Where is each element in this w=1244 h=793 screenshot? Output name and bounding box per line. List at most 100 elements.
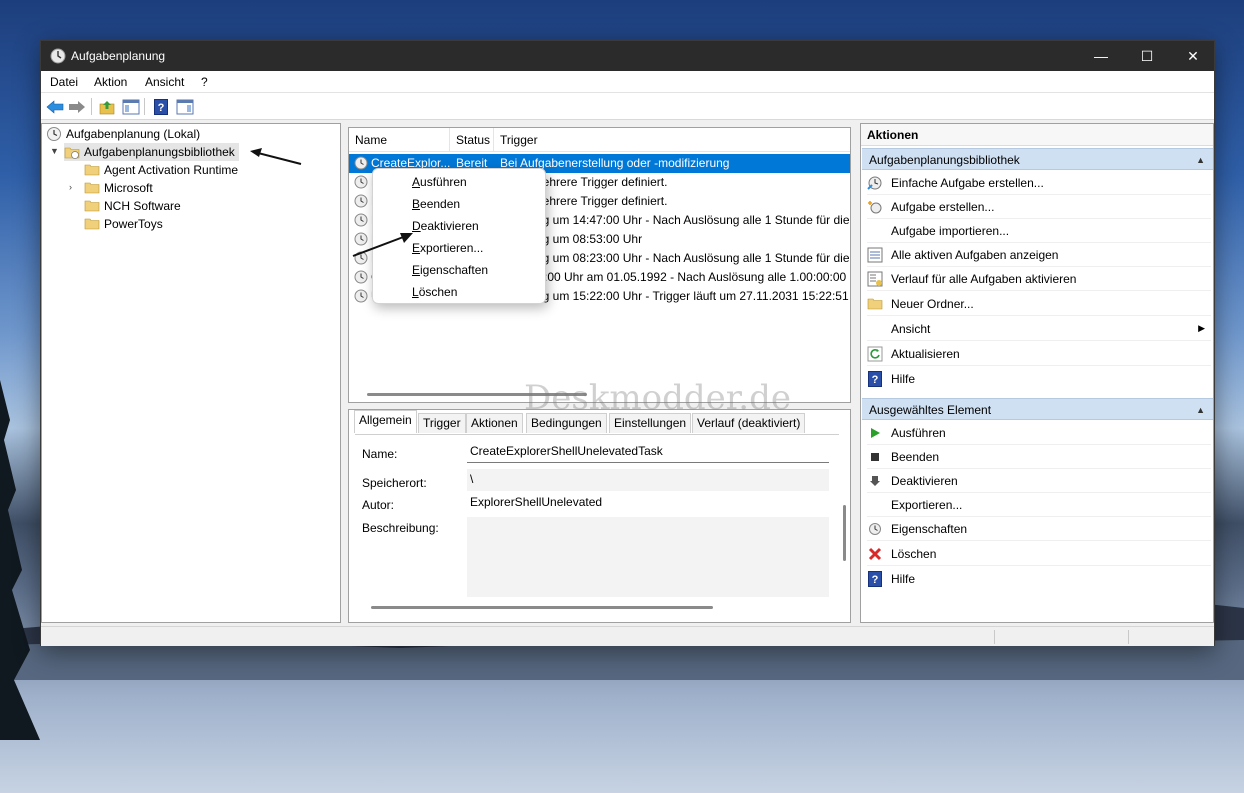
- section-selected-item[interactable]: Ausgewähltes Element ▲: [862, 398, 1213, 420]
- name-field[interactable]: CreateExplorerShellUnelevatedTask: [467, 441, 829, 463]
- maximize-icon: ☐: [1140, 47, 1154, 64]
- action-import-task[interactable]: Aufgabe importieren...: [867, 219, 1211, 243]
- action-label: Verlauf für alle Aufgaben aktivieren: [891, 271, 1077, 286]
- author-field[interactable]: ExplorerShellUnelevated: [467, 492, 829, 514]
- close-button[interactable]: ✕: [1170, 41, 1216, 71]
- action-label: Löschen: [891, 546, 937, 561]
- action-help-selected[interactable]: ? Hilfe: [867, 567, 1211, 591]
- action-label: Alle aktiven Aufgaben anzeigen: [891, 247, 1059, 262]
- action-label: Beenden: [891, 449, 940, 464]
- delete-icon: [868, 547, 882, 560]
- refresh-icon: [867, 346, 883, 361]
- chevron-right-icon[interactable]: ›: [69, 182, 79, 192]
- action-label: Hilfe: [891, 372, 916, 386]
- task-list-header: Name Status Trigger: [349, 128, 850, 152]
- tab-trigger[interactable]: Trigger: [418, 413, 466, 433]
- folder-up-button[interactable]: [97, 97, 117, 116]
- action-label: Ausführen: [891, 425, 946, 440]
- folder-clock-icon: [64, 147, 80, 159]
- action-basic-task[interactable]: Einfache Aufgabe erstellen...: [867, 171, 1211, 195]
- row-trigger: lg um 15:22:00 Uhr - Trigger läuft um 27…: [540, 289, 851, 303]
- console-tree-button[interactable]: [121, 97, 141, 116]
- context-item-export[interactable]: Exportieren...: [412, 241, 483, 255]
- action-run[interactable]: Ausführen: [867, 421, 1211, 445]
- window-title: Aufgabenplanung: [71, 49, 166, 63]
- action-label: Deaktivieren: [891, 473, 958, 488]
- minimize-button[interactable]: —: [1078, 41, 1124, 71]
- action-export[interactable]: Exportieren...: [867, 493, 1211, 517]
- row-trigger: lg um 08:53:00 Uhr: [540, 232, 643, 246]
- action-disable[interactable]: Deaktivieren: [867, 469, 1211, 493]
- action-enable-history[interactable]: Verlauf für alle Aufgaben aktivieren: [867, 267, 1211, 291]
- folder-icon: [84, 218, 100, 230]
- column-status[interactable]: Status: [450, 128, 494, 152]
- menu-help[interactable]: ?: [201, 75, 208, 89]
- menu-ansicht[interactable]: Ansicht: [145, 75, 184, 89]
- clock-icon: [47, 127, 61, 141]
- svg-text:?: ?: [158, 102, 165, 114]
- back-button[interactable]: [45, 97, 65, 116]
- context-item-properties[interactable]: Eigenschaften: [412, 263, 488, 277]
- action-stop[interactable]: Beenden: [867, 445, 1211, 469]
- forward-arrow-icon: [69, 100, 85, 113]
- action-help[interactable]: ? Hilfe: [867, 367, 1211, 391]
- tree-folder-nch[interactable]: NCH Software: [84, 197, 181, 215]
- task-clock-icon: [354, 194, 368, 208]
- action-delete[interactable]: Löschen: [867, 542, 1211, 566]
- run-icon: [871, 427, 880, 438]
- action-pane-button[interactable]: [175, 97, 195, 116]
- column-trigger[interactable]: Trigger: [494, 128, 850, 152]
- tree-root-label: Aufgabenplanung (Lokal): [66, 127, 201, 141]
- collapse-icon[interactable]: ▲: [1196, 399, 1205, 421]
- tree-folder-label: PowerToys: [104, 217, 163, 231]
- vertical-scrollbar[interactable]: [843, 505, 846, 561]
- help-toolbar-button[interactable]: ?: [151, 97, 171, 116]
- task-clock-icon: [354, 289, 368, 303]
- clock-app-icon: [50, 48, 66, 64]
- action-label: Neuer Ordner...: [891, 296, 974, 311]
- tab-aktionen[interactable]: Aktionen: [466, 413, 523, 433]
- action-create-task[interactable]: Aufgabe erstellen...: [867, 195, 1211, 219]
- context-item-stop[interactable]: Beenden: [412, 197, 460, 211]
- toolbar: ?: [41, 93, 1214, 120]
- action-new-folder[interactable]: Neuer Ordner...: [867, 292, 1211, 316]
- tab-allgemein[interactable]: Allgemein: [354, 410, 417, 433]
- maximize-button[interactable]: ☐: [1124, 41, 1170, 71]
- help-icon: ?: [154, 98, 168, 115]
- tree-library-label: Aufgabenplanungsbibliothek: [84, 145, 235, 159]
- tree-item-library[interactable]: Aufgabenplanungsbibliothek: [64, 143, 239, 161]
- menu-aktion[interactable]: Aktion: [94, 75, 127, 89]
- collapse-icon[interactable]: ▲: [1196, 149, 1205, 171]
- section-library[interactable]: Aufgabenplanungsbibliothek ▲: [862, 148, 1213, 170]
- menu-datei[interactable]: Datei: [50, 75, 78, 89]
- watermark: Deskmodder.de: [524, 378, 792, 418]
- action-view[interactable]: Ansicht ▶: [867, 317, 1211, 341]
- description-field[interactable]: [467, 517, 829, 597]
- list-icon: [867, 247, 883, 262]
- context-item-delete[interactable]: Löschen: [412, 285, 457, 299]
- tree-folder-powertoys[interactable]: PowerToys: [84, 215, 163, 233]
- column-name[interactable]: Name: [349, 128, 450, 152]
- forward-button[interactable]: [67, 97, 87, 116]
- console-tree-icon: [122, 99, 140, 114]
- section-selected-title: Ausgewähltes Element: [869, 403, 992, 417]
- row-trigger: lg um 08:23:00 Uhr - Nach Auslösung alle…: [540, 251, 850, 265]
- properties-icon: [869, 522, 881, 535]
- close-icon: ✕: [1187, 47, 1199, 64]
- tab-panel-general: Name: CreateExplorerShellUnelevatedTask …: [355, 434, 846, 600]
- tree-folder-agent[interactable]: Agent Activation Runtime: [84, 161, 238, 179]
- actions-pane: Aktionen Aufgabenplanungsbibliothek ▲ Ei…: [860, 123, 1214, 623]
- context-item-run[interactable]: Ausführen: [412, 175, 467, 189]
- action-show-running[interactable]: Alle aktiven Aufgaben anzeigen: [867, 243, 1211, 267]
- task-clock-icon: [354, 251, 368, 265]
- details-horizontal-scrollbar[interactable]: [371, 606, 713, 609]
- tree-folder-microsoft[interactable]: Microsoft: [84, 179, 153, 197]
- action-label: Ansicht: [891, 321, 931, 336]
- action-refresh[interactable]: Aktualisieren: [867, 342, 1211, 366]
- row-trigger: lg um 14:47:00 Uhr - Nach Auslösung alle…: [540, 213, 850, 227]
- tree-root[interactable]: Aufgabenplanung (Lokal): [46, 125, 200, 143]
- chevron-down-icon[interactable]: ▼: [50, 146, 60, 156]
- help-icon: ?: [868, 371, 882, 387]
- context-item-disable[interactable]: Deaktivieren: [412, 219, 479, 233]
- action-properties[interactable]: Eigenschaften: [867, 517, 1211, 541]
